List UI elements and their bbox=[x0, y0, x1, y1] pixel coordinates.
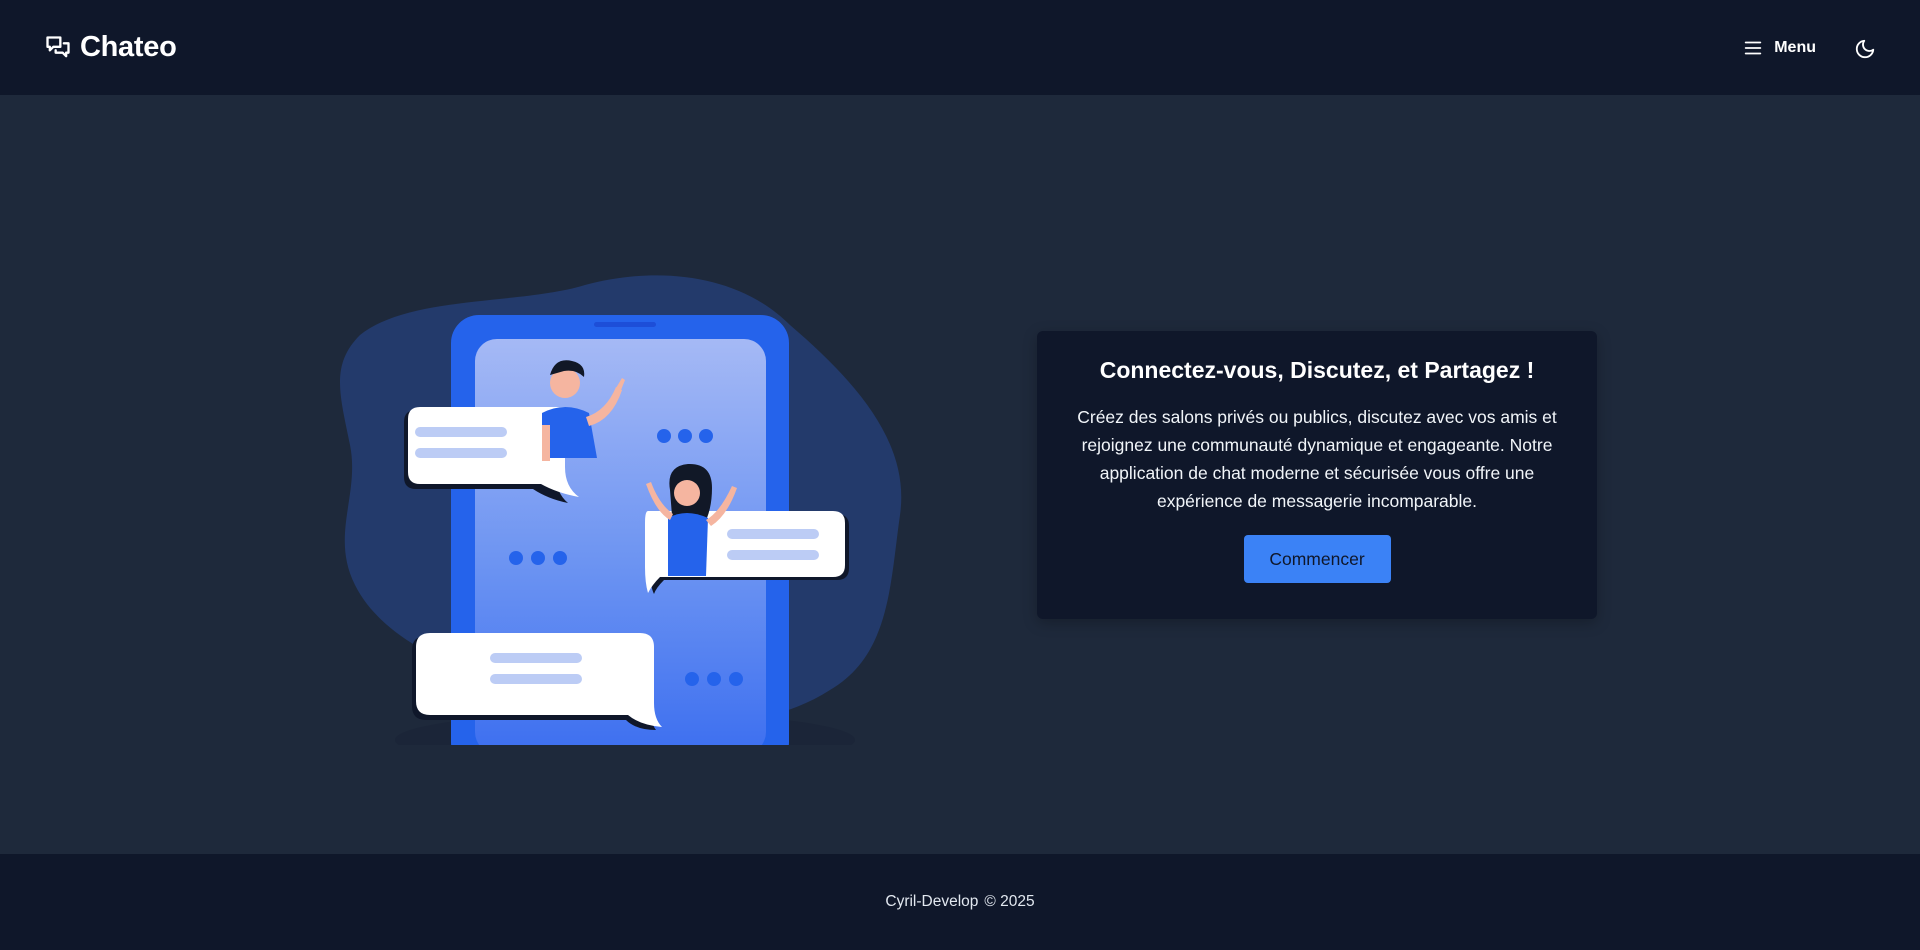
start-button[interactable]: Commencer bbox=[1243, 535, 1391, 583]
welcome-card: Connectez-vous, Discutez, et Partagez ! … bbox=[1037, 331, 1597, 619]
footer-author: Cyril-Develop bbox=[885, 893, 979, 910]
footer-copyright: © 2025 bbox=[984, 893, 1035, 910]
moon-icon bbox=[1854, 37, 1876, 59]
hero-section: Connectez-vous, Discutez, et Partagez ! … bbox=[0, 95, 1920, 854]
header-actions: Menu bbox=[1742, 37, 1876, 59]
hero-title: Connectez-vous, Discutez, et Partagez ! bbox=[1099, 357, 1535, 383]
brand-name: Chateo bbox=[80, 31, 177, 63]
theme-toggle-button[interactable] bbox=[1854, 37, 1876, 59]
chat-bubbles-icon bbox=[44, 34, 72, 62]
menu-label: Menu bbox=[1774, 38, 1816, 56]
menu-button[interactable]: Menu bbox=[1742, 37, 1816, 59]
top-navbar: Chateo Menu bbox=[0, 0, 1920, 95]
hero-description: Créez des salons privés ou publics, disc… bbox=[1077, 407, 1557, 511]
hamburger-icon bbox=[1742, 37, 1764, 59]
brand-link[interactable]: Chateo bbox=[44, 31, 177, 64]
footer: Cyril-Develop © 2025 bbox=[0, 854, 1920, 950]
phone-chat-illustration bbox=[330, 185, 910, 770]
